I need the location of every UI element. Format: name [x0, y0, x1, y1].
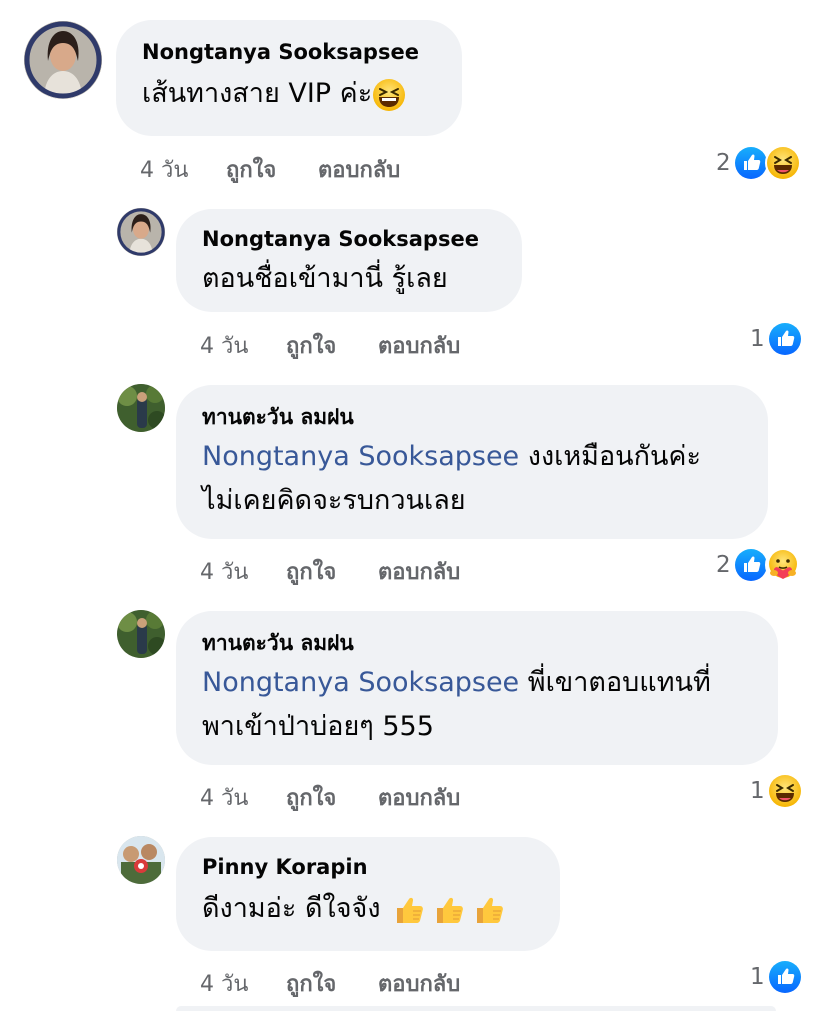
comment-bubble[interactable]: Nongtanya Sooksapsee เส้นทางสาย VIP ค่ะ — [116, 20, 462, 136]
like-icon — [766, 321, 803, 357]
like-button[interactable]: ถูกใจ — [226, 152, 276, 187]
mention-link[interactable]: Nongtanya Sooksapsee — [202, 667, 519, 698]
reply-button[interactable]: ตอบกลับ — [378, 966, 460, 1001]
thumbs-up-emoji-icon — [393, 893, 427, 927]
reaction-summary[interactable]: 2 — [716, 547, 801, 583]
avatar[interactable] — [117, 610, 165, 658]
care-icon — [764, 547, 801, 583]
comment-time[interactable]: 4 วัน — [200, 554, 248, 589]
comment-time[interactable]: 4 วัน — [200, 780, 248, 815]
comment-body-line1: งงเหมือนกันค่ะ — [527, 441, 701, 472]
reaction-summary[interactable]: 2 — [716, 145, 801, 181]
comment-body: ตอนชื่อเข้ามานี่ รู้เลย — [202, 263, 448, 294]
comment-body-line2: ไม่เคยคิดจะรบกวนเลย — [202, 485, 466, 516]
comment-bubble[interactable]: ทานตะวัน ลมฝน Nongtanya Sooksapsee พี่เข… — [176, 611, 778, 765]
comment-time[interactable]: 4 วัน — [140, 152, 188, 187]
reaction-count: 1 — [750, 964, 765, 990]
like-button[interactable]: ถูกใจ — [286, 328, 336, 363]
avatar[interactable] — [117, 384, 165, 432]
comment-author[interactable]: Nongtanya Sooksapsee — [142, 38, 436, 66]
like-icon — [732, 145, 769, 181]
comment-body: ดีงามอ่ะ ดีใจจัง — [202, 893, 381, 924]
avatar[interactable] — [24, 21, 102, 99]
comment-author[interactable]: Nongtanya Sooksapsee — [202, 225, 496, 253]
like-button[interactable]: ถูกใจ — [286, 554, 336, 589]
reply-button[interactable]: ตอบกลับ — [378, 328, 460, 363]
comment-actions: 4 วัน ถูกใจ ตอบกลับ — [200, 780, 520, 811]
comment-bubble[interactable]: ทานตะวัน ลมฝน Nongtanya Sooksapsee งงเหม… — [176, 385, 768, 539]
profile-photo-icon — [117, 610, 165, 658]
profile-photo-icon — [117, 208, 165, 256]
like-button[interactable]: ถูกใจ — [286, 780, 336, 815]
haha-icon — [764, 145, 801, 181]
haha-icon — [766, 773, 803, 809]
comment-time[interactable]: 4 วัน — [200, 328, 248, 363]
comment-text: Nongtanya Sooksapsee งงเหมือนกันค่ะ — [202, 435, 742, 479]
comment-time[interactable]: 4 วัน — [200, 966, 248, 1001]
comment-author[interactable]: ทานตะวัน ลมฝน — [202, 629, 752, 657]
comment-text: ดีงามอ่ะ ดีใจจัง — [202, 887, 534, 931]
comment-body: เส้นทางสาย VIP ค่ะ — [142, 78, 373, 109]
profile-photo-icon — [117, 836, 165, 884]
mention-link[interactable]: Nongtanya Sooksapsee — [202, 441, 519, 472]
comment-bubble[interactable]: Pinny Korapin ดีงามอ่ะ ดีใจจัง — [176, 837, 560, 951]
comment-actions: 4 วัน ถูกใจ ตอบกลับ — [200, 554, 520, 585]
reaction-summary[interactable]: 1 — [750, 773, 803, 809]
reaction-count: 1 — [750, 326, 765, 352]
next-comment-edge — [176, 1006, 776, 1011]
comment-actions: 4 วัน ถูกใจ ตอบกลับ — [140, 152, 460, 183]
comment-author[interactable]: ทานตะวัน ลมฝน — [202, 403, 742, 431]
avatar[interactable] — [117, 208, 165, 256]
reaction-count: 2 — [716, 150, 731, 176]
like-icon — [766, 959, 803, 995]
thumbs-up-emoji-icon — [473, 893, 507, 927]
like-button[interactable]: ถูกใจ — [286, 966, 336, 1001]
reply-button[interactable]: ตอบกลับ — [318, 152, 400, 187]
comment-body-line1: พี่เขาตอบแทนที่ — [527, 667, 711, 698]
reply-button[interactable]: ตอบกลับ — [378, 780, 460, 815]
reaction-summary[interactable]: 1 — [750, 959, 803, 995]
reaction-summary[interactable]: 1 — [750, 321, 803, 357]
like-icon — [732, 547, 769, 583]
avatar[interactable] — [117, 836, 165, 884]
comment-text: เส้นทางสาย VIP ค่ะ — [142, 72, 436, 116]
profile-photo-icon — [24, 21, 102, 99]
reply-button[interactable]: ตอบกลับ — [378, 554, 460, 589]
comment-author[interactable]: Pinny Korapin — [202, 853, 534, 881]
comment-body-line2: พาเข้าป่าบ่อยๆ 555 — [202, 711, 434, 742]
comment-actions: 4 วัน ถูกใจ ตอบกลับ — [200, 328, 520, 359]
laughing-emoji-icon — [372, 78, 406, 112]
thumbs-up-emoji-icon — [433, 893, 467, 927]
reaction-count: 2 — [716, 552, 731, 578]
comment-bubble[interactable]: Nongtanya Sooksapsee ตอนชื่อเข้ามานี่ รู… — [176, 209, 522, 312]
comment-actions: 4 วัน ถูกใจ ตอบกลับ — [200, 966, 520, 997]
profile-photo-icon — [117, 384, 165, 432]
comment-text: Nongtanya Sooksapsee พี่เขาตอบแทนที่ — [202, 661, 752, 705]
reaction-count: 1 — [750, 778, 765, 804]
